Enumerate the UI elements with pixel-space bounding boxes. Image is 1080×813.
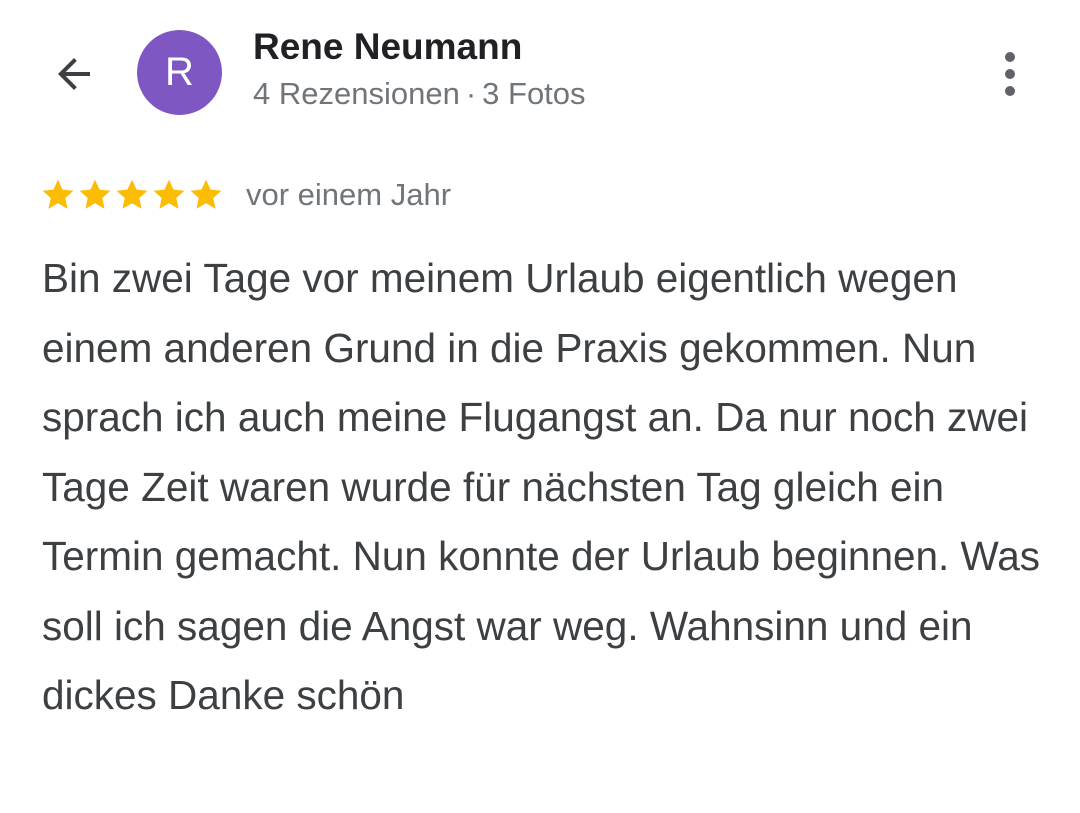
star-rating <box>40 177 224 213</box>
star-icon <box>79 179 111 209</box>
user-name[interactable]: Rene Neumann <box>253 26 522 68</box>
star-icon <box>42 179 74 209</box>
arrow-back-icon <box>58 58 90 90</box>
rating-row: vor einem Jahr <box>40 173 451 217</box>
back-button[interactable] <box>44 44 104 104</box>
reviews-count: 4 Rezensionen <box>253 76 460 111</box>
star-icon <box>116 179 148 209</box>
star-icon <box>153 179 185 209</box>
more-vert-icon <box>1005 52 1015 62</box>
avatar-letter: R <box>165 50 194 94</box>
star-icon <box>190 179 222 209</box>
photos-count: 3 Fotos <box>482 76 586 111</box>
user-stats: 4 Rezensionen · 3 Fotos <box>253 76 586 112</box>
avatar[interactable]: R <box>137 30 222 115</box>
more-options-button[interactable] <box>985 44 1035 104</box>
meta-separator: · <box>465 76 477 111</box>
review-date: vor einem Jahr <box>246 177 452 212</box>
review-text: Bin zwei Tage vor meinem Urlaub eigentli… <box>42 255 1041 718</box>
